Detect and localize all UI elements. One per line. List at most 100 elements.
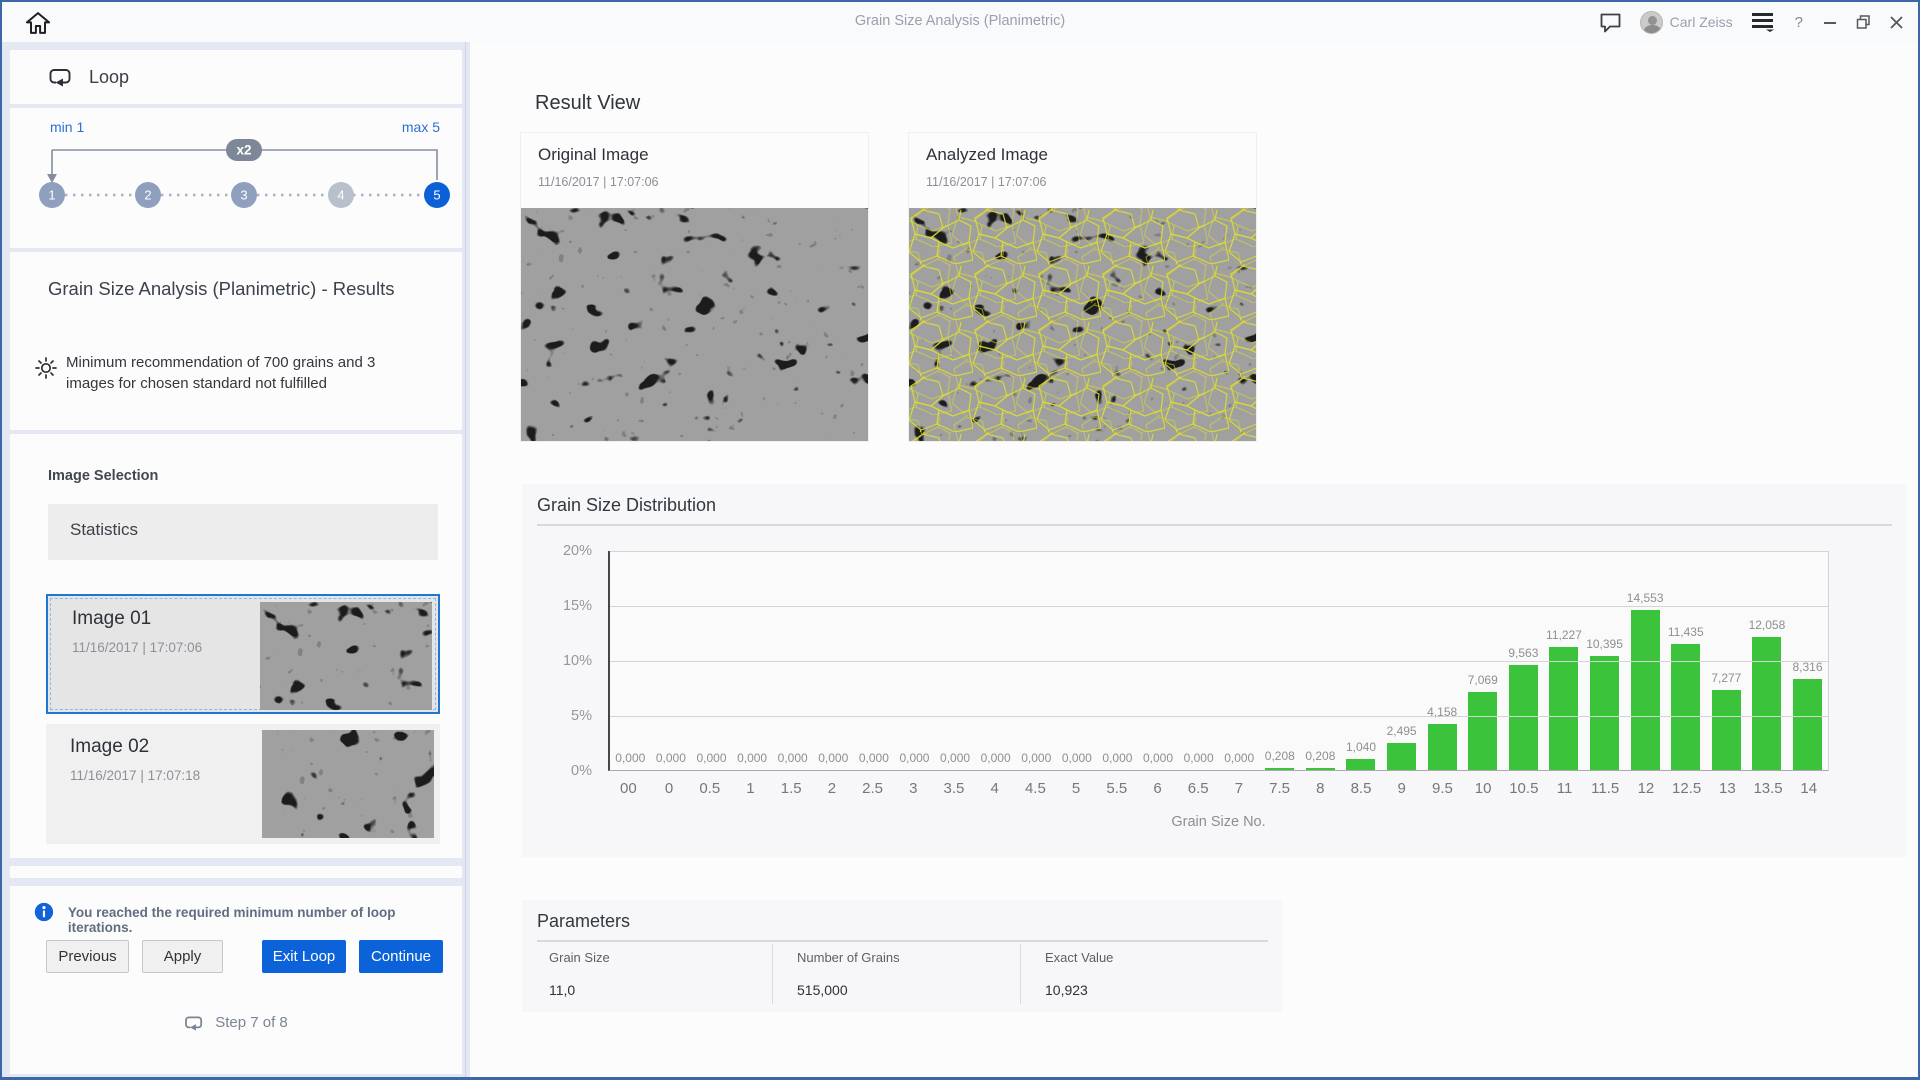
- loop-stepper-panel: min 1 max 5 1 2 3 4 5 x2: [10, 108, 462, 248]
- parameters-card: Parameters Grain Size 11,0 Number of Gra…: [522, 900, 1283, 1012]
- x-tick-label: 12.5: [1672, 780, 1702, 797]
- bar: [1508, 665, 1538, 770]
- bar-value-label: 1,040: [1345, 740, 1376, 754]
- statistics-item[interactable]: Statistics: [48, 504, 438, 560]
- y-tick-label: 20%: [562, 543, 592, 559]
- exit-loop-button[interactable]: Exit Loop: [262, 940, 346, 973]
- bar-value-label: 7,069: [1467, 673, 1498, 687]
- continue-button[interactable]: Continue: [359, 940, 443, 973]
- bar-value-label: 14,553: [1626, 591, 1664, 605]
- bar-value-label: 7,277: [1711, 671, 1742, 685]
- image-timestamp: 11/16/2017 | 17:07:18: [70, 768, 201, 783]
- bar: [1590, 656, 1620, 770]
- user-menu[interactable]: Carl Zeiss: [1639, 10, 1733, 34]
- bar-value-label: 12,058: [1748, 618, 1786, 632]
- image-name: Image 01: [72, 608, 152, 629]
- x-tick-label: 9: [1397, 780, 1406, 797]
- x-tick-label: 10: [1474, 780, 1492, 797]
- x-tick-label: 11.5: [1591, 780, 1620, 797]
- restore-icon[interactable]: [1855, 14, 1871, 30]
- image-selection-label: Image Selection: [48, 468, 159, 484]
- bar-value-label: 0,000: [858, 751, 889, 765]
- bar-value-label: 0,000: [899, 751, 930, 765]
- menu-icon[interactable]: [1751, 12, 1775, 32]
- x-tick-label: 8.5: [1350, 780, 1372, 797]
- loop-icon: [49, 69, 71, 87]
- loop-multiplier: x2: [236, 143, 251, 158]
- image-name: Image 02: [70, 736, 150, 757]
- bar: [1305, 768, 1335, 770]
- bar-value-label: 0,000: [737, 751, 768, 765]
- minimize-icon[interactable]: [1823, 15, 1837, 29]
- loop-max-label: max 5: [402, 119, 440, 135]
- step-loop-icon: [185, 1016, 203, 1031]
- x-tick-label: 7.5: [1269, 780, 1291, 797]
- bar: [1671, 644, 1701, 770]
- y-tick-label: 0%: [571, 763, 592, 779]
- bar: [1630, 610, 1660, 770]
- y-tick-label: 15%: [562, 598, 592, 614]
- x-tick-label: 3.5: [943, 780, 965, 797]
- bar-value-label: 11,435: [1667, 625, 1704, 639]
- x-tick-label: 0.5: [699, 780, 721, 797]
- bar-value-label: 0,000: [980, 751, 1011, 765]
- x-tick-label: 13: [1718, 780, 1736, 797]
- loop-stepper: min 1 max 5 1 2 3 4 5 x2: [39, 119, 450, 208]
- parameter-label: Number of Grains: [797, 950, 900, 965]
- chart-title: Grain Size Distribution: [537, 495, 717, 515]
- gridline: [610, 661, 1828, 662]
- x-tick-label: 14: [1800, 780, 1818, 797]
- image-list-item-02[interactable]: Image 02 11/16/2017 | 17:07:18: [46, 724, 440, 844]
- bar-value-label: 9,563: [1508, 646, 1539, 660]
- analyzed-image-timestamp: 11/16/2017 | 17:07:06: [926, 175, 1047, 189]
- result-view-title: Result View: [535, 92, 641, 114]
- grain-size-distribution-card: Grain Size Distribution 20% 15% 10% 5% 0% 0,…: [522, 484, 1907, 857]
- bar: [1387, 743, 1417, 770]
- previous-button[interactable]: Previous: [46, 940, 129, 973]
- user-avatar[interactable]: [1639, 10, 1663, 34]
- chart-title-rule: [537, 524, 1892, 526]
- loop-header-panel: Loop: [10, 50, 462, 104]
- loop-step-number: 4: [337, 188, 344, 203]
- bar-value-label: 0,000: [1224, 751, 1255, 765]
- analyzed-image-title: Analyzed Image: [926, 145, 1048, 164]
- panel-divider: [465, 42, 466, 1077]
- bar-value-label: 2,495: [1386, 724, 1417, 738]
- analyzed-micrograph: [909, 208, 1256, 441]
- app-window: Grain Size Analysis (Planimetric) Carl Z…: [0, 0, 1920, 1080]
- bar-value-label: 0,000: [1102, 751, 1133, 765]
- image-thumbnail: [260, 602, 432, 710]
- x-tick-label: 2: [827, 780, 837, 797]
- apply-button[interactable]: Apply: [142, 940, 223, 973]
- recommendation-icon: [35, 357, 57, 379]
- parameter-label: Grain Size: [549, 950, 610, 965]
- original-image-title: Original Image: [538, 145, 649, 164]
- help-button[interactable]: ?: [1793, 14, 1805, 31]
- parameters-title: Parameters: [537, 911, 631, 931]
- parameter-value: 11,0: [549, 982, 576, 998]
- x-tick-label: 12: [1637, 780, 1655, 797]
- close-icon[interactable]: [1889, 15, 1904, 30]
- y-tick-label: 10%: [562, 653, 592, 669]
- results-title: Grain Size Analysis (Planimetric) - Resu…: [48, 278, 395, 299]
- loop-step-number: 3: [240, 188, 247, 203]
- image-thumbnail: [262, 730, 434, 838]
- sidebar-footer-panel: You reached the required minimum number …: [10, 886, 462, 1074]
- user-name: Carl Zeiss: [1669, 14, 1733, 30]
- bar: [1752, 637, 1782, 770]
- bar: [1346, 759, 1376, 770]
- comment-icon[interactable]: [1599, 12, 1622, 33]
- parameters-table: Grain Size 11,0 Number of Grains 515,000…: [537, 944, 1268, 1004]
- bar-value-label: 0,000: [696, 751, 727, 765]
- bar: [1793, 679, 1823, 770]
- y-tick-label: 5%: [571, 708, 592, 724]
- loop-min-label: min 1: [50, 119, 84, 135]
- x-tick-label: 6.5: [1187, 780, 1209, 797]
- sidebar-strip: [10, 866, 462, 878]
- image-timestamp: 11/16/2017 | 17:07:06: [72, 640, 203, 655]
- gridline: [610, 606, 1828, 607]
- loop-arrow-icon: [47, 174, 57, 183]
- bar: [1711, 690, 1741, 770]
- x-tick-label: 7: [1234, 780, 1244, 797]
- image-list-item-01[interactable]: Image 01 11/16/2017 | 17:07:06: [46, 594, 440, 714]
